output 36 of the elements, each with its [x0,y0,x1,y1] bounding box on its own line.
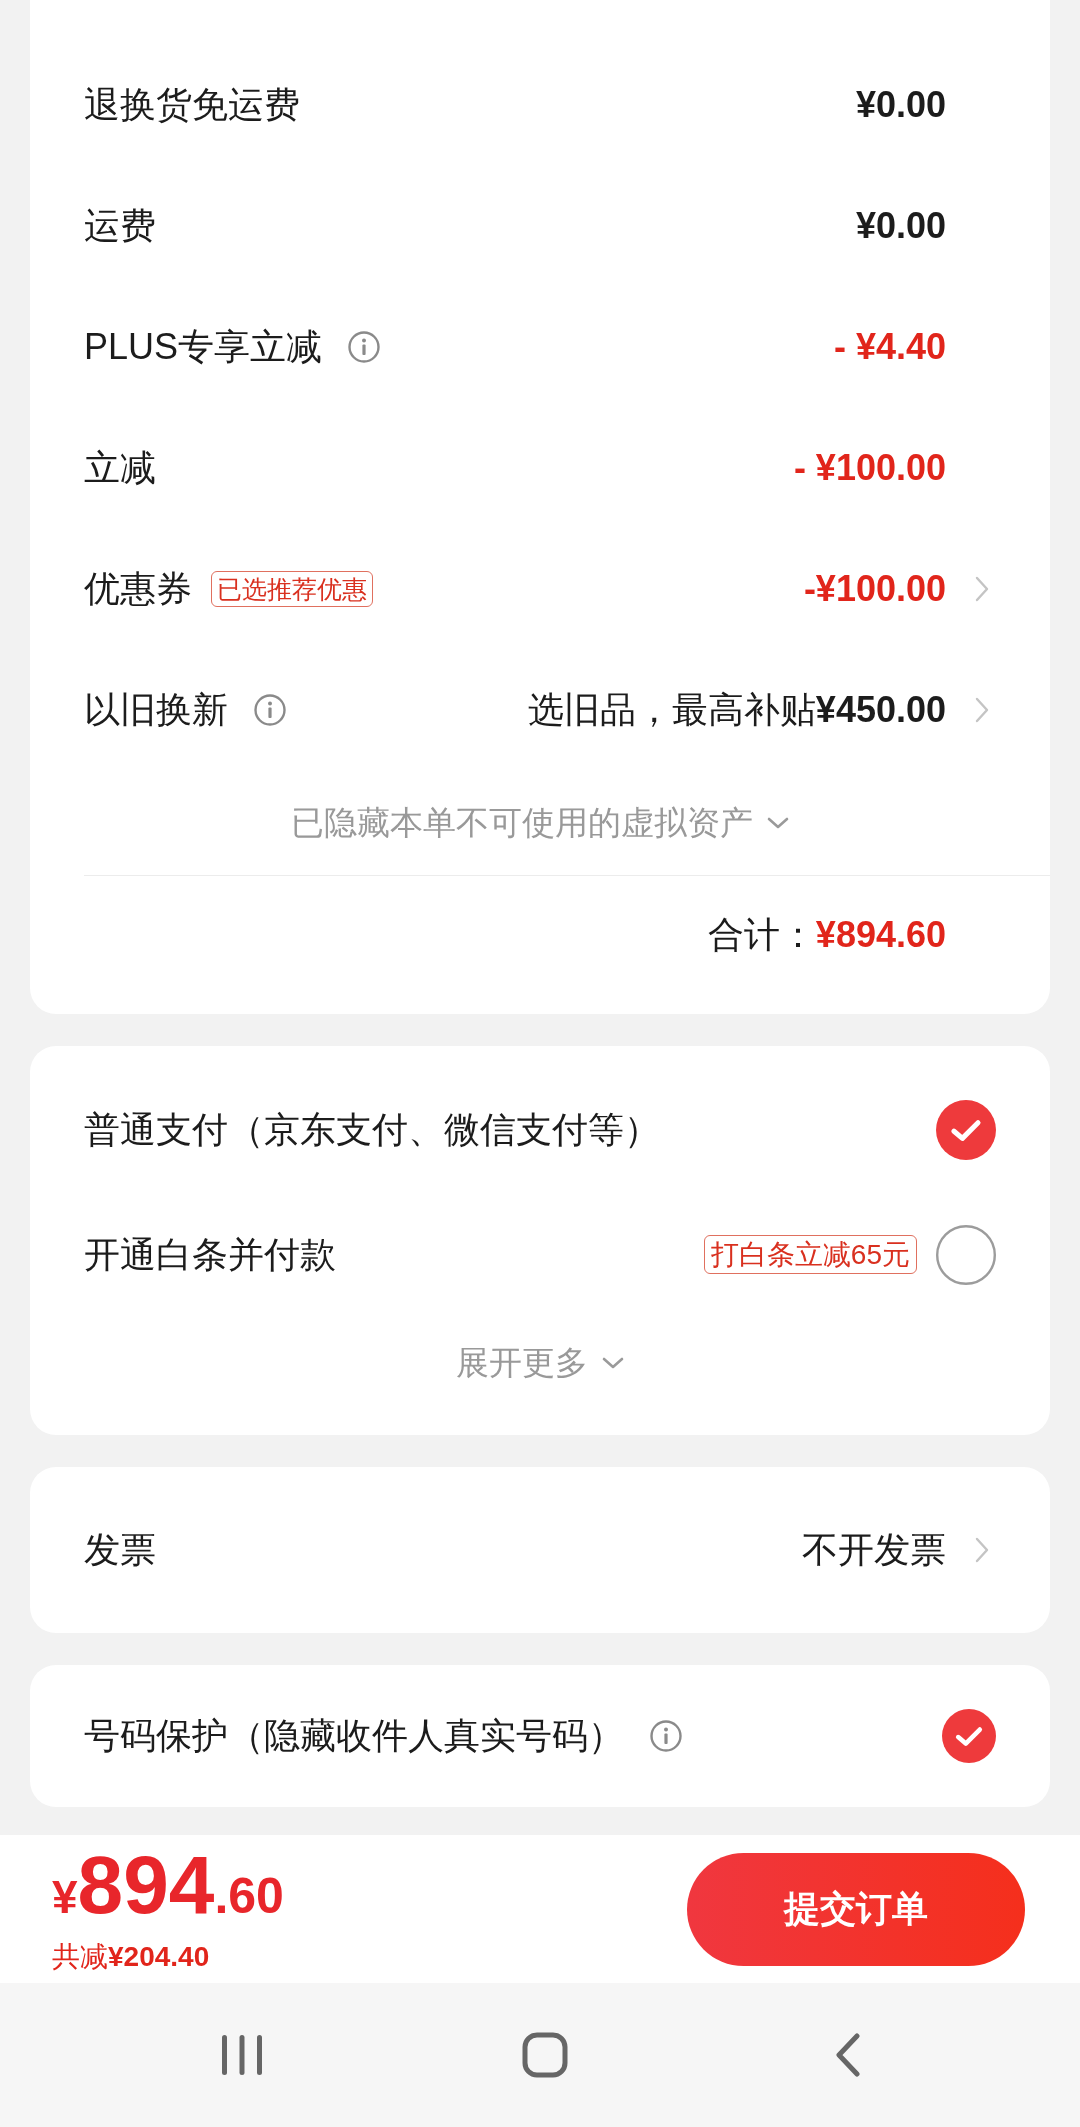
info-icon[interactable] [348,330,381,363]
trade-in-offer[interactable]: 选旧品，最高补贴¥450.00 [527,687,946,732]
invoice-label: 发票 [84,1528,156,1572]
home-icon[interactable] [521,2032,568,2078]
order-total-price: ¥894.60 [52,1844,284,1927]
price-label: 立减 [84,445,156,490]
protection-label: 号码保护（隐藏收件人真实号码） [84,1714,624,1758]
total-label: 合计： [707,912,816,957]
recent-apps-icon[interactable] [219,2033,264,2077]
price-label: 以旧换新 [84,687,228,732]
price-value: ¥0.00 [855,82,946,127]
payment-method-label[interactable]: 普通支付（京东支付、微信支付等） [84,1107,660,1152]
price-label: PLUS专享立减 [84,324,323,369]
price-label: 运费 [84,203,156,248]
radio-button[interactable] [936,1224,996,1285]
promo-tag: 打白条立减65元 [703,1234,917,1275]
radio-button[interactable] [936,1099,996,1160]
chevron-right-icon[interactable] [975,1537,989,1563]
discount-value: -¥100.00 [803,566,946,611]
checkbox[interactable] [942,1709,996,1763]
chevron-right-icon[interactable] [975,696,989,723]
savings-text: 共减¥204.40 [52,1940,210,1974]
discount-value: - ¥100.00 [793,445,946,490]
price-value: ¥0.00 [855,203,946,248]
info-icon[interactable] [650,1720,682,1752]
discount-value: - ¥4.40 [833,324,946,369]
promo-tag: 已选推荐优惠 [211,570,373,607]
back-icon[interactable] [834,2033,861,2077]
submit-order-button[interactable]: 提交订单 [687,1852,1025,1966]
info-icon[interactable] [254,693,286,726]
price-label: 优惠券 [84,566,192,611]
total-amount: ¥894.60 [815,912,946,957]
price-label: 退换货免运费 [84,82,300,127]
chevron-right-icon[interactable] [975,575,989,602]
invoice-value[interactable]: 不开发票 [802,1528,946,1572]
payment-method-label[interactable]: 开通白条并付款 [84,1232,336,1277]
